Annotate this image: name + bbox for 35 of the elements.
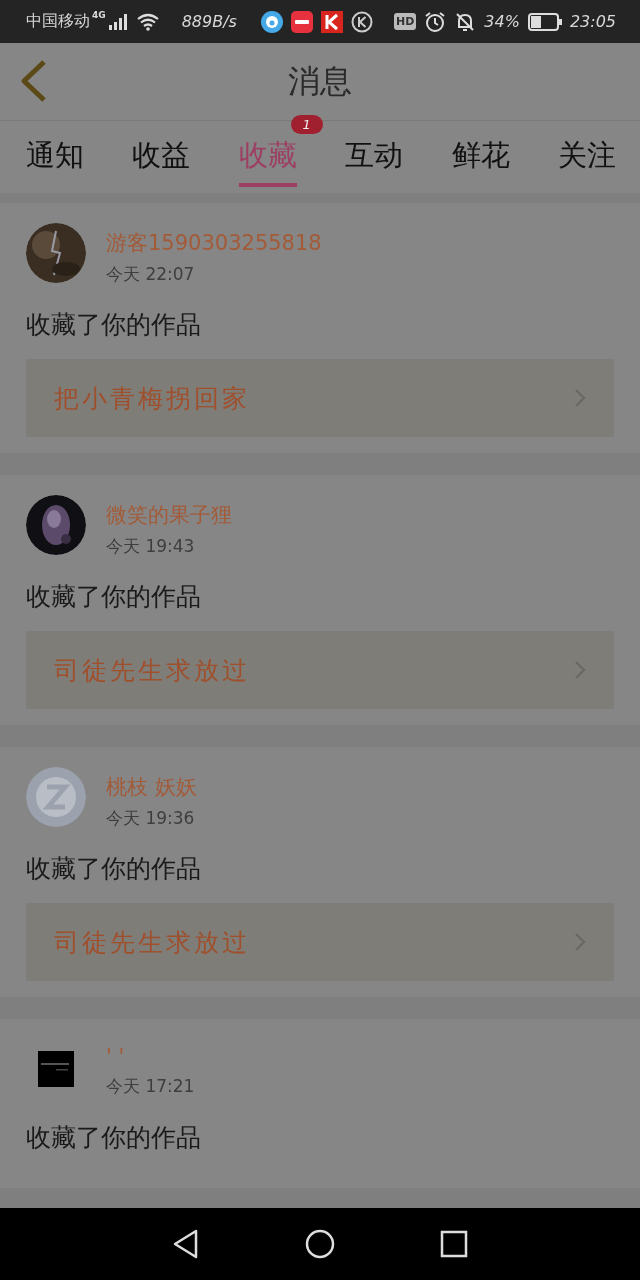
alarm-icon — [424, 10, 447, 33]
work-title: 司徒先生求放过 — [54, 926, 250, 959]
message-text: 收藏了你的作品 — [26, 1122, 202, 1154]
tab[interactable]: 互动 — [345, 121, 404, 187]
work-title: 把小青梅拐回家 — [54, 382, 250, 415]
app-icon — [290, 10, 313, 33]
music-app-icon — [260, 10, 283, 33]
hd-indicator: HD — [394, 13, 417, 30]
message-text: 收藏了你的作品 — [26, 853, 202, 885]
k-app-icon — [320, 10, 343, 33]
message-time: 今天 17:21 — [106, 1075, 195, 1098]
signal-icon — [107, 13, 128, 30]
tab[interactable]: 收益 — [132, 121, 191, 187]
home-nav-icon[interactable] — [305, 1229, 335, 1259]
message-time: 今天 22:07 — [106, 263, 196, 286]
network-speed: 889B/s — [181, 12, 237, 31]
work-title: 司徒先生求放过 — [54, 654, 250, 687]
tab[interactable]: 关注 — [557, 121, 616, 187]
message-time: 今天 19:36 — [106, 807, 196, 830]
k-circle-icon — [350, 10, 373, 33]
clock: 23:05 — [569, 12, 616, 31]
tab[interactable]: 鲜花 — [451, 121, 510, 187]
recents-nav-icon[interactable] — [439, 1230, 468, 1258]
message-text: 收藏了你的作品 — [26, 309, 202, 341]
carrier-name: 中国移动 — [26, 11, 90, 32]
wifi-icon — [135, 12, 160, 31]
message-card[interactable]: ' ' 今天 17:21 收藏了你的作品 — [0, 1019, 640, 1188]
message-time: 今天 19:43 — [106, 535, 196, 558]
battery-percent: 34% — [484, 12, 520, 31]
tab[interactable]: 通知 — [26, 121, 84, 187]
message-text: 收藏了你的作品 — [26, 581, 202, 613]
page-title: 消息 — [288, 60, 352, 102]
network-type: 4G — [92, 10, 106, 20]
battery-icon — [527, 12, 562, 31]
count-badge: 1 — [290, 115, 323, 134]
